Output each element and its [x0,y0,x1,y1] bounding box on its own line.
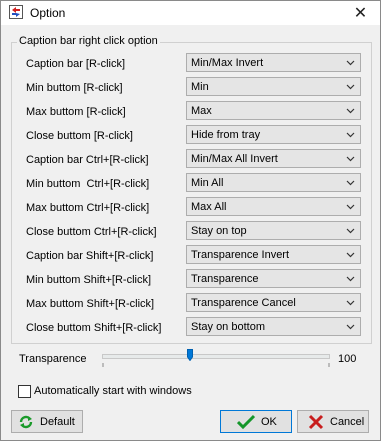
select-value: Transparence Invert [191,249,290,261]
caption-bar-rclick-select[interactable]: Min/Max Invert [186,53,361,72]
max-button-rclick-select[interactable]: Max [186,101,361,120]
chevron-down-icon [346,180,355,186]
chevron-down-icon [346,228,355,234]
chevron-down-icon [346,300,355,306]
cancel-button-label: Cancel [330,415,365,428]
app-icon [9,5,23,19]
select-value: Transparence Cancel [191,297,296,309]
row-label: Min buttom [R-click] [26,82,123,94]
default-button-label: Default [40,415,75,428]
chevron-down-icon [346,276,355,282]
chevron-down-icon [346,204,355,210]
chevron-down-icon [346,84,355,90]
row-label: Close buttom Shift+[R-click] [26,322,162,334]
cancel-button[interactable]: Cancel [297,410,369,433]
chevron-down-icon [346,60,355,66]
transparence-value: 100 [338,353,357,365]
group-title: Caption bar right click option [17,35,160,47]
cancel-x-icon [308,414,324,429]
select-value: Transparence [191,273,259,285]
chevron-down-icon [346,252,355,258]
min-button-ctrl-rclick-select[interactable]: Min All [186,173,361,192]
close-button-rclick-select[interactable]: Hide from tray [186,125,361,144]
slider-ticks [102,363,330,367]
chevron-down-icon [346,108,355,114]
checkmark-icon [237,414,255,429]
row-label: Max buttom [R-click] [26,106,126,118]
row-label: Min buttom Shift+[R-click] [26,274,152,286]
select-value: Stay on top [191,225,247,237]
ok-button-label: OK [261,415,277,428]
select-value: Stay on bottom [191,321,265,333]
select-value: Min/Max All Invert [191,153,278,165]
max-button-ctrl-rclick-select[interactable]: Max All [186,197,361,216]
select-value: Hide from tray [191,129,261,141]
title-bar[interactable]: Option ✕ [1,1,380,25]
chevron-down-icon [346,324,355,330]
row-label: Close buttom Ctrl+[R-click] [26,226,157,238]
select-value: Min/Max Invert [191,57,264,69]
row-label: Max buttom Shift+[R-click] [26,298,155,310]
chevron-down-icon [346,132,355,138]
close-button-shift-rclick-select[interactable]: Stay on bottom [186,317,361,336]
close-button-ctrl-rclick-select[interactable]: Stay on top [186,221,361,240]
chevron-down-icon [346,156,355,162]
row-label: Caption bar Ctrl+[R-click] [26,154,149,166]
row-label: Close buttom [R-click] [26,130,133,142]
caption-bar-shift-rclick-select[interactable]: Transparence Invert [186,245,361,264]
transparence-label: Transparence [19,353,87,365]
refresh-icon [19,415,33,428]
min-button-rclick-select[interactable]: Min [186,77,361,96]
transparence-slider-track[interactable] [102,354,330,359]
select-value: Max All [191,201,227,213]
transparence-slider-thumb[interactable] [187,349,193,361]
min-button-shift-rclick-select[interactable]: Transparence [186,269,361,288]
select-value: Max [191,105,212,117]
row-label: Min buttom Ctrl+[R-click] [26,178,150,190]
close-icon[interactable]: ✕ [341,1,380,25]
row-label: Max buttom Ctrl+[R-click] [26,202,150,214]
caption-bar-ctrl-rclick-select[interactable]: Min/Max All Invert [186,149,361,168]
autostart-label[interactable]: Automatically start with windows [34,385,192,397]
default-button[interactable]: Default [11,410,83,433]
row-label: Caption bar [R-click] [26,58,126,70]
select-value: Min All [191,177,224,189]
window-title: Option [30,6,66,20]
select-value: Min [191,81,209,93]
ok-button[interactable]: OK [220,410,292,433]
autostart-checkbox[interactable] [18,385,31,398]
option-dialog: Option ✕ Caption bar right click option … [0,0,381,441]
row-label: Caption bar Shift+[R-click] [26,250,154,262]
max-button-shift-rclick-select[interactable]: Transparence Cancel [186,293,361,312]
